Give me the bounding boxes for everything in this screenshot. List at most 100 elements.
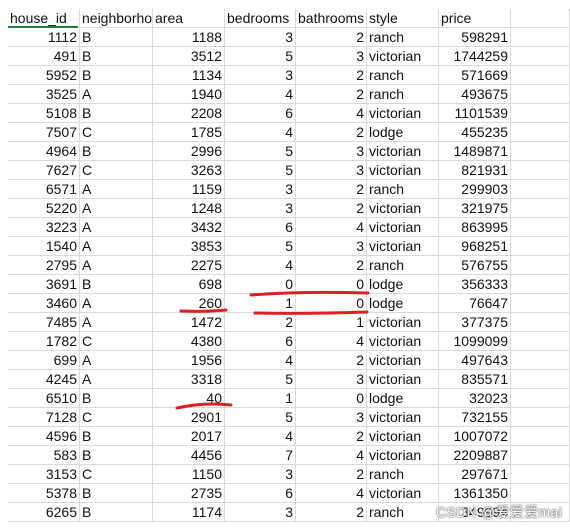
- cell-style[interactable]: lodge: [367, 294, 439, 313]
- cell-house-id[interactable]: 699: [8, 351, 80, 370]
- cell-area[interactable]: 1134: [153, 66, 225, 85]
- cell-style[interactable]: victorian: [367, 313, 439, 332]
- cell-style[interactable]: ranch: [367, 503, 439, 522]
- cell-price[interactable]: 299903: [439, 180, 511, 199]
- cell-house-id[interactable]: 7507: [8, 123, 80, 142]
- empty-cell[interactable]: [511, 370, 570, 389]
- cell-price[interactable]: 76647: [439, 294, 511, 313]
- empty-cell[interactable]: [511, 142, 570, 161]
- cell-area[interactable]: 1785: [153, 123, 225, 142]
- cell-area[interactable]: 3318: [153, 370, 225, 389]
- cell-area[interactable]: 1159: [153, 180, 225, 199]
- cell-price[interactable]: 598291: [439, 28, 511, 47]
- cell-house-id[interactable]: 1112: [8, 28, 80, 47]
- cell-bathrooms[interactable]: 2: [296, 351, 367, 370]
- cell-style[interactable]: victorian: [367, 161, 439, 180]
- empty-cell[interactable]: [511, 313, 570, 332]
- cell-bedrooms[interactable]: 3: [225, 465, 296, 484]
- cell-neighborhood[interactable]: A: [80, 313, 153, 332]
- cell-area[interactable]: 1956: [153, 351, 225, 370]
- cell-style[interactable]: ranch: [367, 465, 439, 484]
- cell-style[interactable]: lodge: [367, 275, 439, 294]
- cell-house-id[interactable]: 6265: [8, 503, 80, 522]
- cell-neighborhood[interactable]: B: [80, 28, 153, 47]
- empty-cell[interactable]: [511, 275, 570, 294]
- cell-price[interactable]: 32023: [439, 389, 511, 408]
- cell-style[interactable]: victorian: [367, 199, 439, 218]
- cell-neighborhood[interactable]: C: [80, 332, 153, 351]
- cell-bedrooms[interactable]: 4: [225, 123, 296, 142]
- column-header-price[interactable]: price: [439, 9, 511, 28]
- cell-house-id[interactable]: 7485: [8, 313, 80, 332]
- cell-area[interactable]: 3263: [153, 161, 225, 180]
- cell-price[interactable]: 1099099: [439, 332, 511, 351]
- cell-bedrooms[interactable]: 3: [225, 180, 296, 199]
- cell-bedrooms[interactable]: 3: [225, 66, 296, 85]
- cell-neighborhood[interactable]: B: [80, 427, 153, 446]
- cell-neighborhood[interactable]: B: [80, 104, 153, 123]
- cell-house-id[interactable]: 6571: [8, 180, 80, 199]
- cell-area[interactable]: 40: [153, 389, 225, 408]
- empty-cell[interactable]: [511, 351, 570, 370]
- empty-cell[interactable]: [511, 47, 570, 66]
- cell-price[interactable]: 968251: [439, 237, 511, 256]
- cell-bedrooms[interactable]: 3: [225, 503, 296, 522]
- cell-style[interactable]: lodge: [367, 389, 439, 408]
- empty-cell[interactable]: [511, 465, 570, 484]
- cell-neighborhood[interactable]: A: [80, 199, 153, 218]
- cell-area[interactable]: 4456: [153, 446, 225, 465]
- cell-house-id[interactable]: 3153: [8, 465, 80, 484]
- empty-cell[interactable]: [511, 9, 570, 28]
- cell-bathrooms[interactable]: 2: [296, 123, 367, 142]
- cell-bedrooms[interactable]: 6: [225, 332, 296, 351]
- cell-neighborhood[interactable]: A: [80, 294, 153, 313]
- empty-cell[interactable]: [511, 28, 570, 47]
- empty-cell[interactable]: [511, 484, 570, 503]
- cell-bedrooms[interactable]: 4: [225, 256, 296, 275]
- cell-house-id[interactable]: 583: [8, 446, 80, 465]
- cell-price[interactable]: 1489871: [439, 142, 511, 161]
- cell-style[interactable]: lodge: [367, 123, 439, 142]
- cell-bedrooms[interactable]: 4: [225, 427, 296, 446]
- cell-bathrooms[interactable]: 3: [296, 161, 367, 180]
- cell-neighborhood[interactable]: B: [80, 142, 153, 161]
- cell-neighborhood[interactable]: C: [80, 408, 153, 427]
- empty-cell[interactable]: [511, 408, 570, 427]
- cell-bathrooms[interactable]: 0: [296, 389, 367, 408]
- cell-area[interactable]: 3432: [153, 218, 225, 237]
- empty-cell[interactable]: [511, 256, 570, 275]
- cell-style[interactable]: victorian: [367, 370, 439, 389]
- cell-price[interactable]: 863995: [439, 218, 511, 237]
- empty-cell[interactable]: [511, 446, 570, 465]
- cell-bathrooms[interactable]: 2: [296, 465, 367, 484]
- empty-cell[interactable]: [511, 104, 570, 123]
- cell-bathrooms[interactable]: 2: [296, 503, 367, 522]
- empty-cell[interactable]: [511, 180, 570, 199]
- cell-style[interactable]: victorian: [367, 427, 439, 446]
- empty-cell[interactable]: [511, 161, 570, 180]
- cell-style[interactable]: victorian: [367, 104, 439, 123]
- cell-bedrooms[interactable]: 5: [225, 161, 296, 180]
- cell-bathrooms[interactable]: 4: [296, 218, 367, 237]
- cell-area[interactable]: 1472: [153, 313, 225, 332]
- cell-neighborhood[interactable]: B: [80, 66, 153, 85]
- cell-bathrooms[interactable]: 0: [296, 275, 367, 294]
- cell-area[interactable]: 2996: [153, 142, 225, 161]
- cell-house-id[interactable]: 4245: [8, 370, 80, 389]
- column-header-neighborhood[interactable]: neighborho: [80, 9, 153, 28]
- cell-bedrooms[interactable]: 0: [225, 275, 296, 294]
- cell-area[interactable]: 2275: [153, 256, 225, 275]
- cell-neighborhood[interactable]: B: [80, 503, 153, 522]
- cell-area[interactable]: 1248: [153, 199, 225, 218]
- empty-cell[interactable]: [511, 199, 570, 218]
- cell-bathrooms[interactable]: 2: [296, 180, 367, 199]
- cell-price[interactable]: 1101539: [439, 104, 511, 123]
- cell-house-id[interactable]: 5378: [8, 484, 80, 503]
- empty-cell[interactable]: [511, 237, 570, 256]
- cell-bedrooms[interactable]: 2: [225, 313, 296, 332]
- cell-price[interactable]: 2209887: [439, 446, 511, 465]
- cell-price[interactable]: 493675: [439, 85, 511, 104]
- cell-bedrooms[interactable]: 6: [225, 104, 296, 123]
- cell-style[interactable]: ranch: [367, 28, 439, 47]
- cell-house-id[interactable]: 4964: [8, 142, 80, 161]
